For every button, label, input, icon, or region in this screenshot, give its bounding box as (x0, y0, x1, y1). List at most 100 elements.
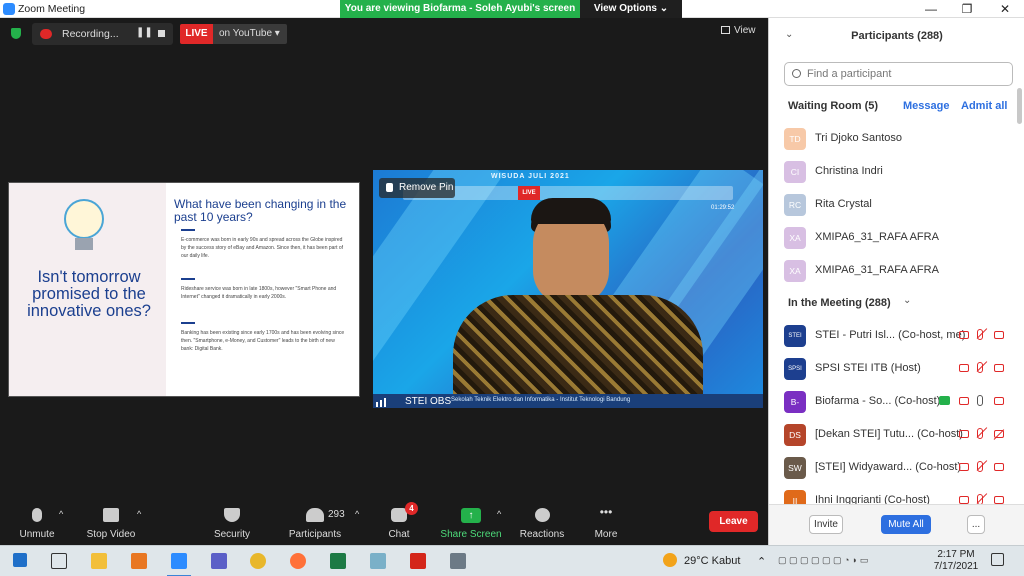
in-meeting-chevron-icon[interactable]: ⌄ (903, 295, 911, 306)
recording-cloud-icon (959, 364, 969, 372)
participant-row[interactable]: DS [Dekan STEI] Tutu... (Co-host) (769, 420, 1019, 448)
tray-icons[interactable]: ▢ ▢ ▢ ▢ ▢ ▢ ◔ ◗ ▭ (778, 555, 868, 566)
pause-recording-icon[interactable]: ❚❚ (136, 27, 153, 38)
chat-button[interactable]: Chat (367, 499, 431, 545)
zoom-taskbar-icon[interactable] (171, 553, 187, 569)
task-view-icon[interactable] (51, 553, 67, 569)
participant-row[interactable]: SPSI SPSI STEI ITB (Host) (769, 354, 1019, 382)
teams-icon[interactable] (211, 553, 227, 569)
participant-name: Rita Crystal (815, 198, 872, 210)
share-screen-label: Share Screen (440, 529, 502, 540)
video-inner-live: LIVE (518, 186, 540, 200)
avatar: XA (784, 227, 806, 249)
tray-chevron-icon[interactable]: ⌃ (757, 555, 766, 568)
app-icon[interactable] (370, 553, 386, 569)
slide-heading-block: What have been changing in the past 10 y… (174, 198, 354, 224)
waiting-room-header[interactable]: Waiting Room (5) (788, 100, 878, 112)
chat-label: Chat (388, 529, 410, 540)
camera-off-icon[interactable] (994, 430, 1004, 438)
chrome-icon[interactable] (250, 553, 266, 569)
mute-all-button[interactable]: Mute All (881, 515, 931, 534)
stop-recording-icon[interactable] (158, 30, 165, 37)
panel-scrollbar[interactable] (1017, 88, 1022, 124)
more-dots-icon: ••• (599, 505, 613, 519)
participant-row[interactable]: STEI STEI - Putri Isl... (Co-host, me) (769, 321, 1019, 349)
pinned-video-tile[interactable]: WISUDA JULI 2021 LIVE 01:29:52 Remove Pi… (373, 170, 763, 408)
camera-icon[interactable] (994, 331, 1004, 339)
video-options-caret[interactable]: ^ (137, 509, 141, 519)
recording-cloud-icon (959, 331, 969, 339)
file-explorer-icon[interactable] (91, 553, 107, 569)
reactions-button[interactable]: Reactions (510, 499, 574, 545)
firefox-icon[interactable] (290, 553, 306, 569)
meeting-area: Recording... ❚❚ LIVE on YouTube ▾ View I… (0, 18, 768, 545)
calculator-icon[interactable] (450, 553, 466, 569)
more-options-button[interactable]: ... (967, 515, 985, 534)
signal-icon (380, 400, 382, 407)
live-stream-dropdown[interactable]: on YouTube ▾ (213, 24, 287, 44)
window-title: Zoom Meeting (18, 3, 86, 15)
leave-button[interactable]: Leave (709, 511, 758, 532)
in-meeting-header[interactable]: In the Meeting (288) (788, 297, 891, 309)
mic-muted-icon[interactable] (977, 461, 983, 472)
notification-icon[interactable] (991, 553, 1004, 566)
participants-options-caret[interactable]: ^ (355, 509, 359, 519)
share-screen-icon: ↑ (461, 508, 481, 523)
mic-muted-icon[interactable] (977, 329, 983, 340)
weather-icon[interactable] (663, 553, 677, 567)
message-waiting-link[interactable]: Message (903, 100, 949, 112)
clock-time: 2:17 PM (937, 549, 975, 560)
excel-icon[interactable] (330, 553, 346, 569)
mic-muted-icon[interactable] (977, 428, 983, 439)
minimize-button[interactable]: — (912, 0, 950, 18)
taskbar-clock[interactable]: 2:17 PM 7/17/2021 (930, 549, 982, 573)
participants-button[interactable]: Participants (283, 499, 347, 545)
zoom-app-icon (3, 3, 15, 15)
participant-row[interactable]: TD Tri Djoko Santoso (769, 124, 1019, 152)
participant-row[interactable]: B- Biofarma - So... (Co-host) (769, 387, 1019, 415)
mic-muted-icon[interactable] (977, 362, 983, 373)
participants-panel: ⌄ Participants (288) Find a participant … (768, 18, 1024, 545)
close-button[interactable]: ✕ (986, 0, 1024, 18)
view-options-button[interactable]: View Options ⌄ (580, 0, 682, 18)
participant-name: XMIPA6_31_RAFA AFRA (815, 231, 939, 243)
camera-icon[interactable] (994, 496, 1004, 504)
participant-row[interactable]: XA XMIPA6_31_RAFA AFRA (769, 256, 1019, 284)
meeting-toolbar: Unmute ^ Stop Video ^ Security Participa… (0, 499, 768, 545)
speaker-batik-shirt (453, 295, 703, 408)
encryption-shield-icon[interactable] (11, 28, 21, 39)
admit-all-link[interactable]: Admit all (961, 100, 1007, 112)
participant-name: STEI - Putri Isl... (Co-host, me) (815, 329, 966, 341)
mic-icon[interactable] (977, 395, 983, 406)
camera-icon[interactable] (994, 364, 1004, 372)
audio-options-caret[interactable]: ^ (59, 509, 63, 519)
office-app-icon[interactable] (131, 553, 147, 569)
invite-button[interactable]: Invite (809, 515, 843, 534)
clock-date: 7/17/2021 (933, 561, 979, 572)
stop-video-button[interactable]: Stop Video (79, 499, 143, 545)
view-button[interactable]: View (721, 25, 756, 36)
acrobat-icon[interactable] (410, 553, 426, 569)
participant-row[interactable]: SW [STEI] Widyaward... (Co-host) (769, 453, 1019, 481)
windows-start-icon[interactable] (13, 553, 27, 567)
more-button[interactable]: ••• More (574, 499, 638, 545)
weather-text[interactable]: 29°C Kabut (684, 555, 740, 567)
search-icon (792, 69, 801, 78)
slide-paragraph: Rideshare service was born in late 1800s… (181, 286, 337, 300)
unmute-button[interactable]: Unmute (5, 499, 69, 545)
remove-pin-button[interactable]: Remove Pin (379, 178, 455, 198)
slide-divider (181, 278, 195, 280)
participant-name: XMIPA6_31_RAFA AFRA (815, 264, 939, 276)
camera-icon[interactable] (994, 397, 1004, 405)
camera-icon[interactable] (994, 463, 1004, 471)
participants-count: 293 (328, 509, 345, 520)
restore-button[interactable]: ❐ (948, 0, 986, 18)
share-options-caret[interactable]: ^ (497, 509, 501, 519)
participant-row[interactable]: RC Rita Crystal (769, 190, 1019, 218)
security-button[interactable]: Security (200, 499, 264, 545)
participant-search-input[interactable]: Find a participant (784, 62, 1013, 86)
participant-row[interactable]: CI Christina Indri (769, 157, 1019, 185)
participant-row[interactable]: XA XMIPA6_31_RAFA AFRA (769, 223, 1019, 251)
stop-video-label: Stop Video (86, 529, 136, 540)
cloud-record-icon (40, 29, 52, 39)
